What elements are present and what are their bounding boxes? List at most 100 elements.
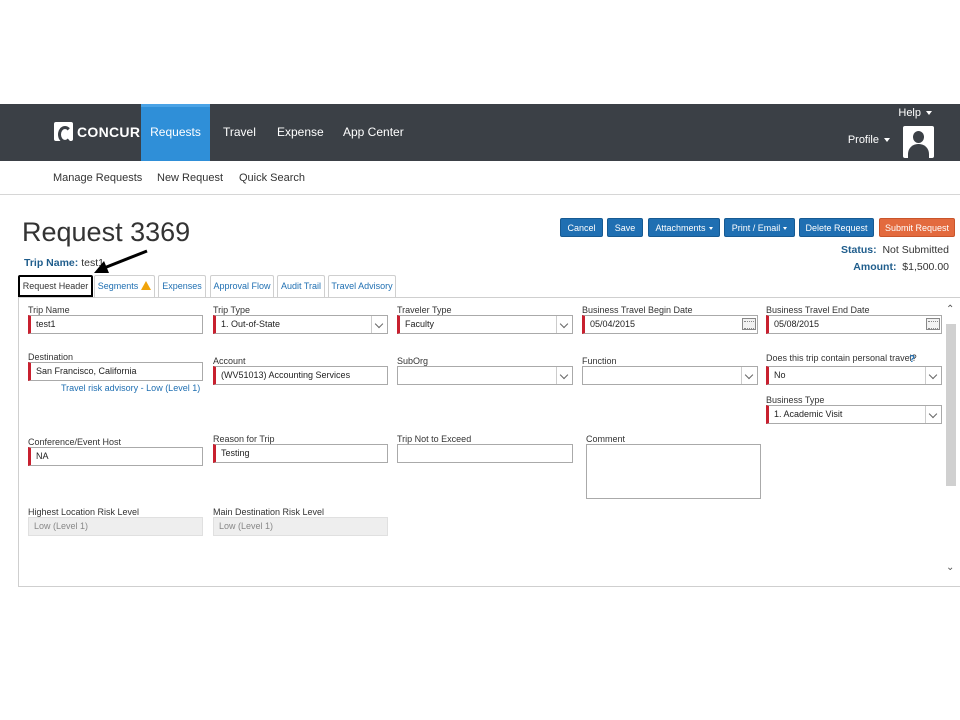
end-date-label: Business Travel End Date [766,305,870,315]
comment-label: Comment [586,434,626,444]
nav-app-center[interactable]: App Center [343,104,404,161]
chevron-down-icon [371,316,387,333]
account-input[interactable]: (WV51013) Accounting Services [213,366,388,385]
chevron-down-icon [741,367,757,384]
request-header-form [18,297,960,587]
concur-logo-icon [54,122,73,143]
trip-type-select[interactable]: 1. Out-of-State [213,315,388,334]
end-date-value: 05/08/2015 [774,319,820,329]
chevron-down-icon [926,111,932,116]
nav-expense[interactable]: Expense [277,104,324,161]
chevron-down-icon [556,316,572,333]
sub-nav: Manage Requests New Request Quick Search [0,161,960,195]
trip-name-label: Trip Name: [24,257,79,269]
comment-textarea[interactable] [586,444,761,499]
chevron-down-icon [925,367,941,384]
form-scrollbar[interactable]: ⌃ ⌄ [944,302,958,582]
trip-name-field-label: Trip Name [28,305,70,315]
account-label: Account [213,356,246,366]
delete-request-button[interactable]: Delete Request [799,218,874,237]
not-to-exceed-input[interactable] [397,444,573,463]
begin-date-input[interactable]: 05/04/2015 [582,315,758,334]
main-risk-label: Main Destination Risk Level [213,507,325,517]
submit-request-button[interactable]: Submit Request [879,218,955,237]
trip-type-label: Trip Type [213,305,251,315]
chevron-down-icon [556,367,572,384]
subnav-manage-requests[interactable]: Manage Requests [53,172,142,184]
reason-input[interactable]: Testing [213,444,388,463]
highest-risk-label: Highest Location Risk Level [28,507,140,517]
traveler-type-select[interactable]: Faculty [397,315,573,334]
scrollbar-thumb[interactable] [946,324,956,486]
personal-travel-select[interactable]: No [766,366,942,385]
print-email-label: Print / Email [731,223,781,233]
trip-name-input[interactable]: test1 [28,315,203,334]
end-date-input[interactable]: 05/08/2015 [766,315,942,334]
chevron-down-icon [925,406,941,423]
avatar[interactable] [903,126,934,158]
amount-label: Amount: [853,261,897,273]
trip-type-value: 1. Out-of-State [221,319,281,329]
tab-request-header[interactable]: Request Header [18,275,93,297]
scroll-down-icon[interactable]: ⌄ [946,562,954,573]
annotation-arrow-icon [94,249,148,273]
traveler-type-label: Traveler Type [397,305,452,315]
scroll-up-icon[interactable]: ⌃ [946,304,954,315]
status-badge: Not Submitted [882,244,949,256]
nav-requests[interactable]: Requests [141,104,210,161]
attachments-button[interactable]: Attachments [648,218,720,237]
logo-text: CONCUR [77,123,141,140]
travel-risk-advisory-link[interactable]: Travel risk advisory - Low (Level 1) [61,383,200,393]
suborg-label: SubOrg [397,356,429,366]
conference-host-input[interactable]: NA [28,447,203,466]
concur-logo[interactable]: CONCUR [54,122,141,143]
subnav-new-request[interactable]: New Request [157,172,223,184]
profile-menu[interactable]: Profile [848,134,890,146]
tab-expenses[interactable]: Expenses [158,275,206,297]
business-type-value: 1. Academic Visit [774,409,843,419]
function-label: Function [582,356,617,366]
chevron-down-icon [783,227,788,231]
print-email-button[interactable]: Print / Email [724,218,795,237]
calendar-icon[interactable] [926,318,940,330]
conference-host-label: Conference/Event Host [28,437,122,447]
tab-segments-label: Segments [97,281,139,291]
subnav-quick-search[interactable]: Quick Search [239,172,305,184]
highest-risk-readonly: Low (Level 1) [28,517,203,536]
destination-input[interactable]: San Francisco, California [28,362,203,381]
begin-date-label: Business Travel Begin Date [582,305,693,315]
reason-label: Reason for Trip [213,434,275,444]
calendar-icon[interactable] [742,318,756,330]
personal-travel-label: Does this trip contain personal travel? [766,353,917,363]
nav-travel[interactable]: Travel [223,104,256,161]
request-status: Status: Not Submitted Amount: $1,500.00 [841,242,949,276]
help-icon[interactable]: ? [909,354,915,365]
tab-travel-advisory[interactable]: Travel Advisory [328,275,396,297]
tab-audit-trail[interactable]: Audit Trail [277,275,325,297]
profile-label: Profile [847,134,879,146]
user-icon [913,131,924,143]
help-label: Help [898,107,921,119]
personal-travel-value: No [774,370,786,380]
chevron-down-icon [884,138,890,143]
attachments-label: Attachments [655,223,706,233]
tab-approval-flow[interactable]: Approval Flow [210,275,274,297]
help-menu[interactable]: Help [898,107,932,119]
top-nav-bar: CONCUR Requests Travel Expense App Cente… [0,104,960,161]
begin-date-value: 05/04/2015 [590,319,636,329]
traveler-type-value: Faculty [405,319,435,329]
warning-icon [141,281,152,290]
chevron-down-icon [708,227,713,231]
page-title: Request 3369 [22,217,191,247]
suborg-select[interactable] [397,366,573,385]
save-button[interactable]: Save [607,218,643,237]
amount-value: $1,500.00 [902,261,949,273]
main-risk-readonly: Low (Level 1) [213,517,388,536]
tab-segments[interactable]: Segments [94,275,155,297]
cancel-button[interactable]: Cancel [560,218,603,237]
destination-label: Destination [28,352,74,362]
not-to-exceed-label: Trip Not to Exceed [397,434,472,444]
business-type-label: Business Type [766,395,825,405]
business-type-select[interactable]: 1. Academic Visit [766,405,942,424]
function-select[interactable] [582,366,758,385]
